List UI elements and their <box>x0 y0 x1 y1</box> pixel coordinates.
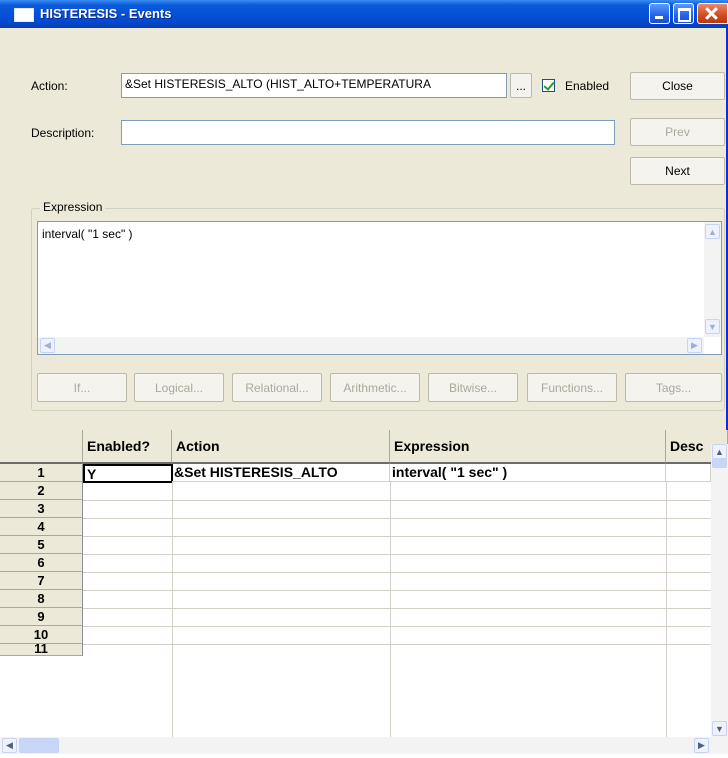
enabled-label[interactable]: Enabled <box>565 79 609 93</box>
expression-vertical-scrollbar[interactable]: ▲ ▼ <box>704 222 721 337</box>
column-header-action[interactable]: Action <box>172 430 390 464</box>
column-divider <box>666 482 667 738</box>
row-divider <box>83 608 711 609</box>
row-header[interactable]: 3 <box>0 500 83 518</box>
functions-button[interactable]: Functions... <box>527 373 617 402</box>
action-label: Action: <box>31 79 68 93</box>
window-icon <box>14 8 34 22</box>
row-header[interactable]: 2 <box>0 482 83 500</box>
scroll-up-icon[interactable]: ▲ <box>712 444 727 459</box>
scroll-thumb[interactable] <box>19 738 59 753</box>
row-header[interactable]: 11 <box>0 644 83 656</box>
row-divider <box>83 590 711 591</box>
row-header[interactable]: 8 <box>0 590 83 608</box>
row-header[interactable]: 5 <box>0 536 83 554</box>
scroll-thumb[interactable] <box>712 458 727 468</box>
tags-button[interactable]: Tags... <box>625 373 722 402</box>
column-header-enabled[interactable]: Enabled? <box>83 430 172 464</box>
row-divider <box>83 500 711 501</box>
expression-horizontal-scrollbar[interactable]: ◀ ▶ <box>38 337 704 354</box>
prev-button[interactable]: Prev <box>630 118 725 146</box>
row-header[interactable]: 9 <box>0 608 83 626</box>
expression-group-title: Expression <box>40 200 106 214</box>
grid-vertical-scrollbar[interactable]: ▲ ▼ <box>711 444 728 738</box>
scroll-left-icon[interactable]: ◀ <box>40 338 55 353</box>
grid-corner-header <box>0 430 83 464</box>
table-cell-expression[interactable]: interval( "1 sec" ) <box>390 464 666 482</box>
scroll-right-icon[interactable]: ▶ <box>694 738 709 753</box>
row-header[interactable]: 6 <box>0 554 83 572</box>
row-divider <box>83 572 711 573</box>
row-header[interactable]: 4 <box>0 518 83 536</box>
expression-editor[interactable]: interval( "1 sec" ) ▲ ▼ ◀ ▶ <box>37 221 722 355</box>
row-divider <box>83 644 711 645</box>
logical-button[interactable]: Logical... <box>134 373 224 402</box>
relational-button[interactable]: Relational... <box>232 373 322 402</box>
table-cell-description[interactable] <box>666 464 711 482</box>
bitwise-button[interactable]: Bitwise... <box>428 373 518 402</box>
events-window: HISTERESIS - Events Action: &Set HISTERE… <box>0 0 728 754</box>
table-cell-action[interactable]: &Set HISTERESIS_ALTO <box>172 464 390 482</box>
column-header-expression[interactable]: Expression <box>390 430 666 464</box>
scroll-down-icon[interactable]: ▼ <box>705 319 720 334</box>
scroll-down-icon[interactable]: ▼ <box>712 721 727 736</box>
description-field[interactable] <box>121 120 615 145</box>
row-divider <box>83 536 711 537</box>
enabled-checkbox[interactable] <box>542 79 555 92</box>
action-field[interactable]: &Set HISTERESIS_ALTO (HIST_ALTO+TEMPERAT… <box>121 73 507 98</box>
if-button[interactable]: If... <box>37 373 127 402</box>
expression-text: interval( "1 sec" ) <box>42 227 133 241</box>
scroll-right-icon[interactable]: ▶ <box>687 338 702 353</box>
title-bar[interactable]: HISTERESIS - Events <box>0 0 728 28</box>
column-divider <box>390 482 391 738</box>
grid-horizontal-scrollbar[interactable]: ◀ ▶ <box>0 737 728 754</box>
window-title: HISTERESIS - Events <box>40 6 172 21</box>
next-button[interactable]: Next <box>630 157 725 185</box>
scroll-up-icon[interactable]: ▲ <box>705 224 720 239</box>
row-divider <box>83 626 711 627</box>
description-label: Description: <box>31 126 95 140</box>
events-grid[interactable]: Enabled? Action Expression Desc 1 2 3 4 … <box>0 430 728 738</box>
close-button[interactable]: Close <box>630 72 725 100</box>
scroll-left-icon[interactable]: ◀ <box>2 738 17 753</box>
maximize-button[interactable] <box>673 3 694 24</box>
minimize-button[interactable] <box>649 3 670 24</box>
row-divider <box>83 554 711 555</box>
arithmetic-button[interactable]: Arithmetic... <box>330 373 420 402</box>
close-window-button[interactable] <box>697 3 728 24</box>
row-header[interactable]: 10 <box>0 626 83 644</box>
browse-action-button[interactable]: ... <box>510 73 532 98</box>
column-divider <box>172 482 173 738</box>
row-header[interactable]: 1 <box>0 464 83 482</box>
table-cell-enabled[interactable]: Y <box>83 464 173 483</box>
row-divider <box>83 518 711 519</box>
row-header[interactable]: 7 <box>0 572 83 590</box>
